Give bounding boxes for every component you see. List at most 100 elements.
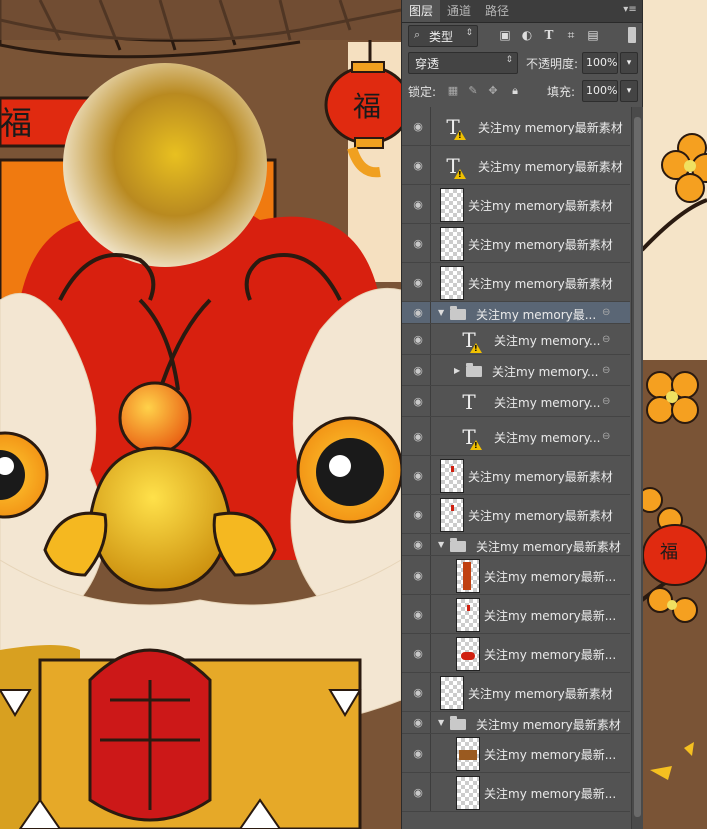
layer-thumbnail xyxy=(456,597,480,632)
shape-filter-icon[interactable]: ⌗ xyxy=(563,27,579,43)
layer-thumbnail xyxy=(440,675,464,710)
type-filter-icon[interactable]: T xyxy=(541,27,557,43)
layer-group-row[interactable]: ◉ ▼ 关注my memory最新素材 xyxy=(402,534,630,556)
visibility-eye-icon[interactable]: ◉ xyxy=(412,569,424,582)
layer-thumbnail xyxy=(440,265,464,300)
filter-kind-select[interactable]: ⌕ 类型 ⇕ xyxy=(408,25,478,47)
layer-row[interactable]: ◉ T! 关注my memory... ⊖ xyxy=(402,324,630,355)
visibility-eye-icon[interactable]: ◉ xyxy=(412,237,424,250)
visibility-eye-icon[interactable]: ◉ xyxy=(412,508,424,521)
layer-name: 关注my memory... xyxy=(492,365,599,379)
layer-row[interactable]: ◉ T! 关注my memory最新素材 xyxy=(402,146,630,185)
lock-brush-icon[interactable]: ✎ xyxy=(466,84,480,98)
smart-object-filter-icon[interactable]: ▤ xyxy=(585,27,601,43)
visibility-eye-icon[interactable]: ◉ xyxy=(412,395,424,408)
layer-thumbnail xyxy=(456,775,480,810)
layer-row[interactable]: ◉ 关注my memory最新... xyxy=(402,595,630,634)
visibility-eye-icon[interactable]: ◉ xyxy=(412,364,424,377)
opacity-dropdown-icon[interactable]: ▾ xyxy=(620,52,638,74)
visibility-eye-icon[interactable]: ◉ xyxy=(412,786,424,799)
link-icon: ⊖ xyxy=(602,364,611,376)
layer-group-row[interactable]: ◉ ▼ 关注my memory最... ⊖ xyxy=(402,302,630,324)
layer-thumbnail xyxy=(440,187,464,222)
layer-row[interactable]: ◉ 关注my memory最新素材 xyxy=(402,456,630,495)
lock-move-icon[interactable]: ✥ xyxy=(486,84,500,98)
layer-row[interactable]: ◉ 关注my memory最新... xyxy=(402,556,630,595)
layer-row[interactable]: ◉ 关注my memory最新素材 xyxy=(402,673,630,712)
chevron-down-icon[interactable]: ▼ xyxy=(438,719,446,727)
lock-transparent-icon[interactable]: ▦ xyxy=(446,84,460,98)
layer-thumbnail xyxy=(440,226,464,261)
blend-mode-value: 穿透 xyxy=(415,57,440,71)
layer-name: 关注my memory最新素材 xyxy=(468,509,613,523)
layer-thumbnail xyxy=(440,497,464,532)
layers-scrollbar[interactable] xyxy=(631,107,643,829)
panel-tab-bar: 图层 通道 路径 ▾≡ xyxy=(402,0,642,23)
folder-icon xyxy=(450,305,466,320)
layer-row[interactable]: ◉ T! 关注my memory最新素材 xyxy=(402,107,630,146)
layer-row[interactable]: ◉ 关注my memory最新素材 xyxy=(402,185,630,224)
visibility-eye-icon[interactable]: ◉ xyxy=(412,608,424,621)
fill-value: 100% xyxy=(586,84,618,97)
visibility-eye-icon[interactable]: ◉ xyxy=(412,198,424,211)
layer-name: 关注my memory最新素材 xyxy=(468,687,613,701)
scrollbar-thumb[interactable] xyxy=(634,117,641,817)
layer-row[interactable]: ◉ 关注my memory最新素材 xyxy=(402,224,630,263)
warning-icon: ! xyxy=(454,129,466,140)
layer-row[interactable]: ◉ T! 关注my memory... ⊖ xyxy=(402,417,630,456)
visibility-eye-icon[interactable]: ◉ xyxy=(412,647,424,660)
folder-icon xyxy=(450,537,466,552)
visibility-eye-icon[interactable]: ◉ xyxy=(412,120,424,133)
folder-icon xyxy=(450,715,466,730)
visibility-eye-icon[interactable]: ◉ xyxy=(412,469,424,482)
visibility-eye-icon[interactable]: ◉ xyxy=(412,686,424,699)
visibility-eye-icon[interactable]: ◉ xyxy=(412,539,424,551)
layer-name: 关注my memory最新素材 xyxy=(468,199,613,213)
layer-row[interactable]: ◉ 关注my memory最新... xyxy=(402,773,630,812)
layer-name: 关注my memory最新素材 xyxy=(478,160,623,174)
image-filter-icon[interactable]: ▣ xyxy=(497,27,513,43)
layer-row[interactable]: ◉ 关注my memory最新素材 xyxy=(402,495,630,534)
visibility-eye-icon[interactable]: ◉ xyxy=(412,747,424,760)
visibility-eye-icon[interactable]: ◉ xyxy=(412,307,424,319)
panel-menu-icon[interactable]: ▾≡ xyxy=(622,3,638,17)
fill-dropdown-icon[interactable]: ▾ xyxy=(620,80,638,102)
layer-group-row[interactable]: ◉ ▼ 关注my memory最新素材 xyxy=(402,712,630,734)
layer-thumbnail xyxy=(456,558,480,593)
fill-input[interactable]: 100% xyxy=(582,80,618,102)
chevron-right-icon[interactable]: ▶ xyxy=(454,366,462,375)
visibility-eye-icon[interactable]: ◉ xyxy=(412,333,424,346)
chevron-updown-icon: ⇕ xyxy=(465,28,473,38)
layer-row[interactable]: ◉ 关注my memory最新... xyxy=(402,634,630,673)
layer-name: 关注my memory最... xyxy=(476,307,597,322)
layer-row[interactable]: ◉ 关注my memory最新素材 xyxy=(402,263,630,302)
tab-channels[interactable]: 通道 xyxy=(440,0,478,22)
opacity-input[interactable]: 100% xyxy=(582,52,618,74)
lock-label: 锁定: xyxy=(408,85,437,99)
chevron-down-icon[interactable]: ▼ xyxy=(438,309,446,317)
visibility-eye-icon[interactable]: ◉ xyxy=(412,717,424,729)
chevron-down-icon[interactable]: ▼ xyxy=(438,541,446,549)
adjustment-filter-icon[interactable]: ◐ xyxy=(519,27,535,43)
layer-name: 关注my memory... xyxy=(494,396,601,410)
visibility-eye-icon[interactable]: ◉ xyxy=(412,159,424,172)
layer-group-row[interactable]: ◉ ▶ 关注my memory... ⊖ xyxy=(402,355,630,386)
chevron-updown-icon: ⇕ xyxy=(505,55,513,65)
visibility-eye-icon[interactable]: ◉ xyxy=(412,430,424,443)
layer-name: 关注my memory最新素材 xyxy=(478,121,623,135)
tab-layers[interactable]: 图层 xyxy=(402,0,440,22)
lock-all-icon[interactable]: 🔒︎ xyxy=(508,84,522,98)
link-icon: ⊖ xyxy=(602,333,611,345)
layer-row[interactable]: ◉ 关注my memory最新... xyxy=(402,734,630,773)
filter-toggle[interactable] xyxy=(628,27,636,43)
layer-name: 关注my memory最新... xyxy=(484,748,617,762)
fill-label: 填充: xyxy=(547,85,576,99)
tab-paths[interactable]: 路径 xyxy=(478,0,516,22)
layer-name: 关注my memory... xyxy=(494,334,601,348)
layers-panel: 图层 通道 路径 ▾≡ ⌕ 类型 ⇕ ▣ ◐ T ⌗ ▤ 穿透 ⇕ 不透明度: … xyxy=(401,0,643,829)
visibility-eye-icon[interactable]: ◉ xyxy=(412,276,424,289)
layer-row[interactable]: ◉ T 关注my memory... ⊖ xyxy=(402,386,630,417)
link-icon: ⊖ xyxy=(602,395,611,407)
blend-mode-select[interactable]: 穿透 ⇕ xyxy=(408,52,518,74)
layer-name: 关注my memory... xyxy=(494,431,601,445)
